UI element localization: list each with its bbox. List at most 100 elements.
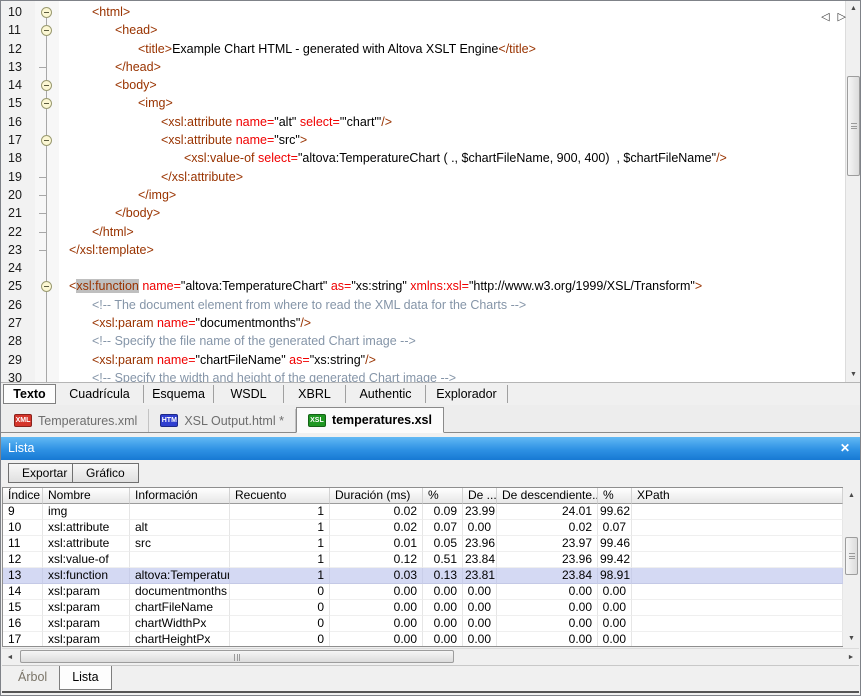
code-line[interactable]: </html> — [59, 223, 845, 241]
table-row[interactable]: 17xsl:paramchartHeightPx00.000.000.000.0… — [3, 632, 843, 647]
fold-collapse-icon[interactable] — [41, 25, 52, 36]
table-scrollbar-thumb[interactable] — [845, 537, 858, 575]
code-line[interactable]: <!-- Specify the width and height of the… — [59, 369, 845, 382]
hscrollbar-thumb[interactable] — [20, 650, 454, 663]
table-cell: 0.00 — [423, 632, 463, 647]
code-editor[interactable]: 1011121314151617181920212223242526272829… — [1, 1, 860, 382]
line-number: 20 — [1, 186, 35, 204]
line-number: 12 — [1, 40, 35, 58]
table-row[interactable]: 11xsl:attributesrc10.010.0523.9623.9799.… — [3, 536, 843, 552]
table-row[interactable]: 14xsl:paramdocumentmonths00.000.000.000.… — [3, 584, 843, 600]
exportar-button[interactable]: Exportar — [8, 463, 81, 483]
table-vertical-scrollbar[interactable]: ▲ ▼ — [843, 487, 859, 647]
view-tab-xbrl[interactable]: XBRL — [284, 385, 346, 403]
table-cell: 1 — [230, 504, 330, 520]
code-line[interactable]: <title>Example Chart HTML - generated wi… — [59, 40, 845, 58]
code-line[interactable]: </img> — [59, 186, 845, 204]
code-line[interactable]: <xsl:param name="chartFileName" as="xs:s… — [59, 351, 845, 369]
code-line[interactable]: <head> — [59, 21, 845, 39]
code-line[interactable]: <!-- The document element from where to … — [59, 296, 845, 314]
editor-scrollbar-thumb[interactable] — [847, 76, 860, 176]
grafico-button[interactable]: Gráfico — [72, 463, 139, 483]
table-cell: 0.00 — [598, 632, 632, 647]
table-cell: 17 — [3, 632, 43, 647]
code-line[interactable]: <xsl:attribute name="alt" select="'chart… — [59, 113, 845, 131]
code-token: </xsl:template> — [69, 243, 154, 257]
code-line[interactable]: </head> — [59, 58, 845, 76]
scroll-up-icon[interactable]: ▲ — [844, 488, 859, 503]
table-cell: chartHeightPx — [130, 632, 230, 647]
view-tab-explorador[interactable]: Explorador — [426, 385, 508, 403]
code-token: </xsl:attribute> — [161, 170, 243, 184]
table-row[interactable]: 9img10.020.0923.9924.0199.62 — [3, 504, 843, 520]
view-tab-esquema[interactable]: Esquema — [144, 385, 214, 403]
code-token: "src" — [274, 133, 300, 147]
fold-collapse-icon[interactable] — [41, 98, 52, 109]
code-token: as= — [289, 353, 310, 367]
scroll-down-icon[interactable]: ▼ — [844, 631, 859, 646]
profiler-table[interactable]: ÍndiceNombreInformaciónRecuentoDuración … — [2, 487, 843, 647]
code-line[interactable]: <body> — [59, 76, 845, 94]
file-tab[interactable]: HTMXSL Output.html * — [149, 409, 296, 432]
column-header[interactable]: % — [598, 488, 632, 504]
fold-cell — [35, 3, 59, 21]
column-header[interactable]: % — [423, 488, 463, 504]
editor-vertical-scrollbar[interactable]: ▲ ▼ — [845, 1, 860, 382]
table-row[interactable]: 10xsl:attributealt10.020.070.000.020.07 — [3, 520, 843, 536]
code-line[interactable]: <xsl:param name="documentmonths"/> — [59, 314, 845, 332]
file-tab[interactable]: XSLtemperatures.xsl — [296, 407, 444, 433]
column-header[interactable]: Información — [130, 488, 230, 504]
view-tab-texto[interactable]: Texto — [3, 384, 56, 404]
code-line[interactable]: <xsl:attribute name="src"> — [59, 131, 845, 149]
fold-cell — [35, 149, 59, 167]
table-cell: 99.46 — [598, 536, 632, 552]
view-tab-cuadrícula[interactable]: Cuadrícula — [56, 385, 144, 403]
table-cell: 13 — [3, 568, 43, 584]
code-lines[interactable]: <html><head><title>Example Chart HTML - … — [59, 1, 845, 382]
file-tab[interactable]: XMLTemperatures.xml — [3, 409, 149, 432]
column-header[interactable]: De ... — [463, 488, 497, 504]
code-line[interactable]: </xsl:template> — [59, 241, 845, 259]
fold-collapse-icon[interactable] — [41, 7, 52, 18]
line-number: 19 — [1, 168, 35, 186]
view-tab-authentic[interactable]: Authentic — [346, 385, 426, 403]
fold-collapse-icon[interactable] — [41, 281, 52, 292]
fold-collapse-icon[interactable] — [41, 135, 52, 146]
close-icon[interactable]: ✕ — [837, 437, 853, 460]
bottom-tab-lista[interactable]: Lista — [59, 666, 111, 690]
code-line[interactable]: </xsl:attribute> — [59, 168, 845, 186]
column-header[interactable]: De descendiente... — [497, 488, 598, 504]
code-line[interactable]: <!-- Specify the file name of the genera… — [59, 332, 845, 350]
code-line[interactable]: <img> — [59, 94, 845, 112]
file-tab-bar: XMLTemperatures.xmlHTMXSL Output.html *X… — [1, 405, 860, 433]
table-row[interactable]: 13xsl:functionaltova:Temperatur...10.030… — [3, 568, 843, 584]
table-cell — [632, 616, 843, 632]
fold-collapse-icon[interactable] — [41, 80, 52, 91]
table-row[interactable]: 16xsl:paramchartWidthPx00.000.000.000.00… — [3, 616, 843, 632]
code-line[interactable] — [59, 259, 845, 277]
table-cell: 0.00 — [463, 616, 497, 632]
view-tab-wsdl[interactable]: WSDL — [214, 385, 284, 403]
code-line[interactable]: <xsl:function name="altova:TemperatureCh… — [59, 277, 845, 295]
scroll-left-icon[interactable]: ◄ — [2, 649, 18, 665]
table-row[interactable]: 12xsl:value-of10.120.5123.8423.9699.42 — [3, 552, 843, 568]
code-line[interactable]: <html> — [59, 3, 845, 21]
scroll-down-icon[interactable]: ▼ — [846, 367, 860, 382]
bottom-tab-árbol[interactable]: Árbol — [6, 666, 59, 690]
column-header[interactable]: Recuento — [230, 488, 330, 504]
code-line[interactable]: <xsl:value-of select="altova:Temperature… — [59, 149, 845, 167]
tab-prev-icon[interactable]: ◁ — [821, 11, 837, 23]
column-header[interactable]: Duración (ms) — [330, 488, 423, 504]
code-token: <xsl:param — [92, 353, 157, 367]
fold-cell — [35, 277, 59, 295]
column-header[interactable]: Índice — [3, 488, 43, 504]
column-header[interactable]: XPath — [632, 488, 843, 504]
column-header[interactable]: Nombre — [43, 488, 130, 504]
scroll-right-icon[interactable]: ► — [843, 649, 859, 665]
tab-next-icon[interactable]: ▷ — [838, 11, 854, 23]
fold-cell — [35, 314, 59, 332]
table-row[interactable]: 15xsl:paramchartFileName00.000.000.000.0… — [3, 600, 843, 616]
line-number: 25 — [1, 277, 35, 295]
table-horizontal-scrollbar[interactable]: ◄ ► — [2, 648, 859, 664]
code-line[interactable]: </body> — [59, 204, 845, 222]
